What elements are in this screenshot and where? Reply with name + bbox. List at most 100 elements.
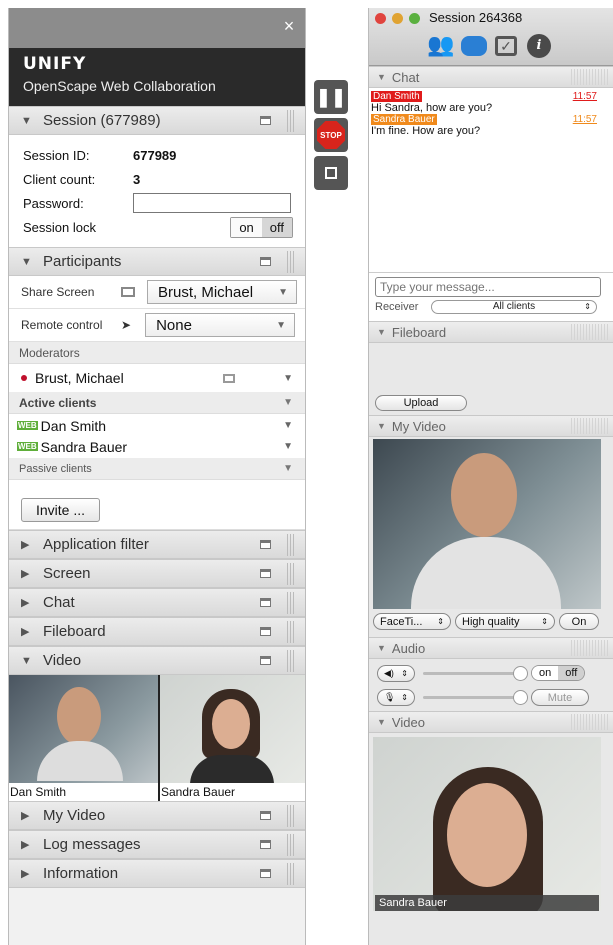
share-screen-select[interactable]: Brust, Michael ▼ xyxy=(147,280,297,304)
minimize-icon[interactable] xyxy=(260,869,271,878)
video-on-button[interactable]: On xyxy=(559,613,599,630)
drag-grip-icon[interactable] xyxy=(571,69,609,85)
slider-thumb[interactable] xyxy=(513,690,528,705)
moderator-item[interactable]: Brust, Michael ▼ xyxy=(9,364,305,392)
pause-button[interactable]: ❚❚ xyxy=(314,80,348,114)
minimize-icon[interactable] xyxy=(260,627,271,636)
video-tile[interactable]: Dan Smith xyxy=(9,675,158,801)
password-field[interactable] xyxy=(133,193,291,213)
drag-grip-icon[interactable] xyxy=(287,805,295,827)
session-id-value: 677989 xyxy=(133,147,177,163)
updown-icon: ⇕ xyxy=(584,302,591,311)
close-icon[interactable]: × xyxy=(279,16,299,36)
drag-grip-icon[interactable] xyxy=(287,534,295,556)
section-title: My Video xyxy=(391,418,446,434)
minimize-icon[interactable] xyxy=(260,116,271,125)
expand-arrow-icon: ▶ xyxy=(21,539,30,551)
monitor-icon xyxy=(223,373,235,383)
minimize-icon[interactable] xyxy=(260,811,271,820)
minimize-icon[interactable] xyxy=(260,540,271,549)
slider-thumb[interactable] xyxy=(513,666,528,681)
video-tile[interactable]: Sandra Bauer xyxy=(159,675,305,801)
minimize-icon[interactable] xyxy=(260,598,271,607)
close-window-icon[interactable] xyxy=(375,13,386,24)
drag-grip-icon[interactable] xyxy=(287,110,295,132)
minimize-icon[interactable] xyxy=(260,257,271,266)
zoom-window-icon[interactable] xyxy=(409,13,420,24)
drag-grip-icon[interactable] xyxy=(571,640,609,656)
chat-message-input[interactable] xyxy=(375,277,601,297)
chevron-down-icon[interactable]: ▼ xyxy=(283,420,293,431)
expand-arrow-icon: ▶ xyxy=(21,568,30,580)
microphone-select[interactable]: 🎙 ⇕ xyxy=(377,689,415,706)
product-name: OpenScape Web Collaboration xyxy=(23,78,216,94)
upload-button[interactable]: Upload xyxy=(375,395,467,411)
list-item[interactable]: WEB Sandra Bauer ▼ xyxy=(9,436,305,457)
toggle-on[interactable]: on xyxy=(532,666,559,680)
drag-grip-icon[interactable] xyxy=(571,418,609,434)
drag-grip-icon[interactable] xyxy=(287,592,295,614)
mute-button[interactable]: Mute xyxy=(531,689,589,706)
section-participants[interactable]: ▼ Participants xyxy=(9,247,305,276)
session-lock-toggle[interactable]: on off xyxy=(230,216,293,238)
section-my-video[interactable]: ▼ My Video xyxy=(369,415,613,437)
section-title: Video xyxy=(391,714,425,730)
info-icon[interactable]: i xyxy=(527,34,551,58)
stop-sharing-button[interactable] xyxy=(314,156,348,190)
section-chat[interactable]: ▼ Chat xyxy=(369,66,613,88)
drag-grip-icon[interactable] xyxy=(287,563,295,585)
section-fileboard[interactable]: ▼ Fileboard xyxy=(369,321,613,343)
toggle-off[interactable]: off xyxy=(558,666,585,680)
selected-value: None xyxy=(156,316,192,334)
section-video[interactable]: ▼ Video xyxy=(369,711,613,733)
drag-grip-icon[interactable] xyxy=(287,621,295,643)
invite-button[interactable]: Invite ... xyxy=(21,498,101,522)
quality-select[interactable]: High quality ⇕ xyxy=(455,613,555,630)
receiver-select[interactable]: All clients ⇕ xyxy=(431,300,597,314)
minimize-window-icon[interactable] xyxy=(392,13,403,24)
section-log-messages[interactable]: ▶ Log messages xyxy=(9,830,305,859)
chevron-down-icon[interactable]: ▼ xyxy=(283,397,293,408)
section-fileboard[interactable]: ▶ Fileboard xyxy=(9,617,305,646)
section-my-video[interactable]: ▶ My Video xyxy=(9,801,305,830)
selected-value: All clients xyxy=(492,301,536,312)
remote-control-select[interactable]: None ▼ xyxy=(145,313,296,337)
participants-icon[interactable]: 👥 xyxy=(427,32,454,58)
section-application-filter[interactable]: ▶ Application filter xyxy=(9,530,305,559)
speaker-select[interactable]: ◀) ⇕ xyxy=(377,665,415,682)
list-item[interactable]: WEB Dan Smith ▼ xyxy=(9,415,305,436)
chevron-down-icon[interactable]: ▼ xyxy=(283,463,293,474)
drag-grip-icon[interactable] xyxy=(287,650,295,672)
drag-grip-icon[interactable] xyxy=(571,714,609,730)
chevron-down-icon[interactable]: ▼ xyxy=(283,373,293,384)
drag-grip-icon[interactable] xyxy=(287,834,295,856)
drag-grip-icon[interactable] xyxy=(287,251,295,273)
selected-value: Brust, Michael xyxy=(158,283,254,301)
minimize-icon[interactable] xyxy=(260,840,271,849)
speaker-volume-slider[interactable] xyxy=(423,666,528,681)
toggle-off[interactable]: off xyxy=(261,217,292,237)
section-information[interactable]: ▶ Information xyxy=(9,859,305,888)
minimize-icon[interactable] xyxy=(260,569,271,578)
drag-grip-icon[interactable] xyxy=(571,324,609,340)
section-chat[interactable]: ▶ Chat xyxy=(9,588,305,617)
audio-toggle[interactable]: on off xyxy=(531,665,586,681)
minimize-icon[interactable] xyxy=(260,656,271,665)
message-text: I'm fine. How are you? xyxy=(371,125,481,137)
collapse-arrow-icon: ▼ xyxy=(377,643,386,653)
updown-icon: ⇕ xyxy=(437,617,444,626)
chevron-down-icon[interactable]: ▼ xyxy=(283,441,293,452)
chat-icon[interactable] xyxy=(461,36,487,56)
section-title: Fileboard xyxy=(391,324,447,340)
mic-volume-slider[interactable] xyxy=(423,690,528,705)
stop-button[interactable]: STOP xyxy=(314,118,348,152)
section-session[interactable]: ▼ Session (677989) xyxy=(9,106,305,135)
toggle-on[interactable]: on xyxy=(231,217,262,237)
drag-grip-icon[interactable] xyxy=(287,863,295,885)
camera-select[interactable]: FaceTi... ⇕ xyxy=(373,613,451,630)
section-audio[interactable]: ▼ Audio xyxy=(369,637,613,659)
checklist-icon[interactable]: ✓ xyxy=(495,36,517,56)
cursor-icon: ➤ xyxy=(121,318,132,332)
section-screen[interactable]: ▶ Screen xyxy=(9,559,305,588)
section-video[interactable]: ▼ Video xyxy=(9,646,305,675)
